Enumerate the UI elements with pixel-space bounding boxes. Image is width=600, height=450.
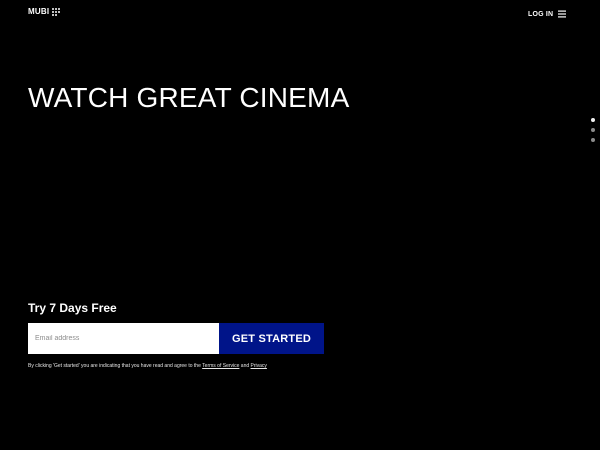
logo-text: MUBI: [28, 7, 50, 16]
disclaimer-text: By clicking 'Get started' you are indica…: [28, 363, 201, 369]
hero-title: WATCH GREAT CINEMA: [28, 82, 350, 113]
slide-indicator: [589, 118, 597, 148]
mubi-logo[interactable]: MUBI: [28, 7, 61, 17]
slide-dot-2[interactable]: [591, 128, 595, 132]
slide-dot-1[interactable]: [591, 118, 595, 122]
landing-page: MUBI LOG IN WATCH GREAT CINEMA Try 7 Day…: [0, 0, 600, 450]
slide-dot-3[interactable]: [591, 138, 595, 142]
login-link[interactable]: LOG IN: [528, 10, 553, 19]
legal-disclaimer: By clicking 'Get started' you are indica…: [28, 363, 267, 370]
privacy-link[interactable]: Privacy: [251, 363, 267, 369]
disclaimer-joiner: and: [240, 363, 250, 369]
site-header: MUBI LOG IN: [0, 0, 600, 30]
email-input[interactable]: [28, 323, 219, 354]
terms-of-service-link[interactable]: Terms of Service: [202, 363, 239, 369]
get-started-button[interactable]: GET STARTED: [219, 323, 324, 354]
trial-label: Try 7 Days Free: [28, 301, 117, 315]
logo-dots-icon: [51, 7, 61, 17]
hamburger-menu-icon[interactable]: [557, 9, 567, 19]
signup-form: GET STARTED: [28, 323, 324, 354]
